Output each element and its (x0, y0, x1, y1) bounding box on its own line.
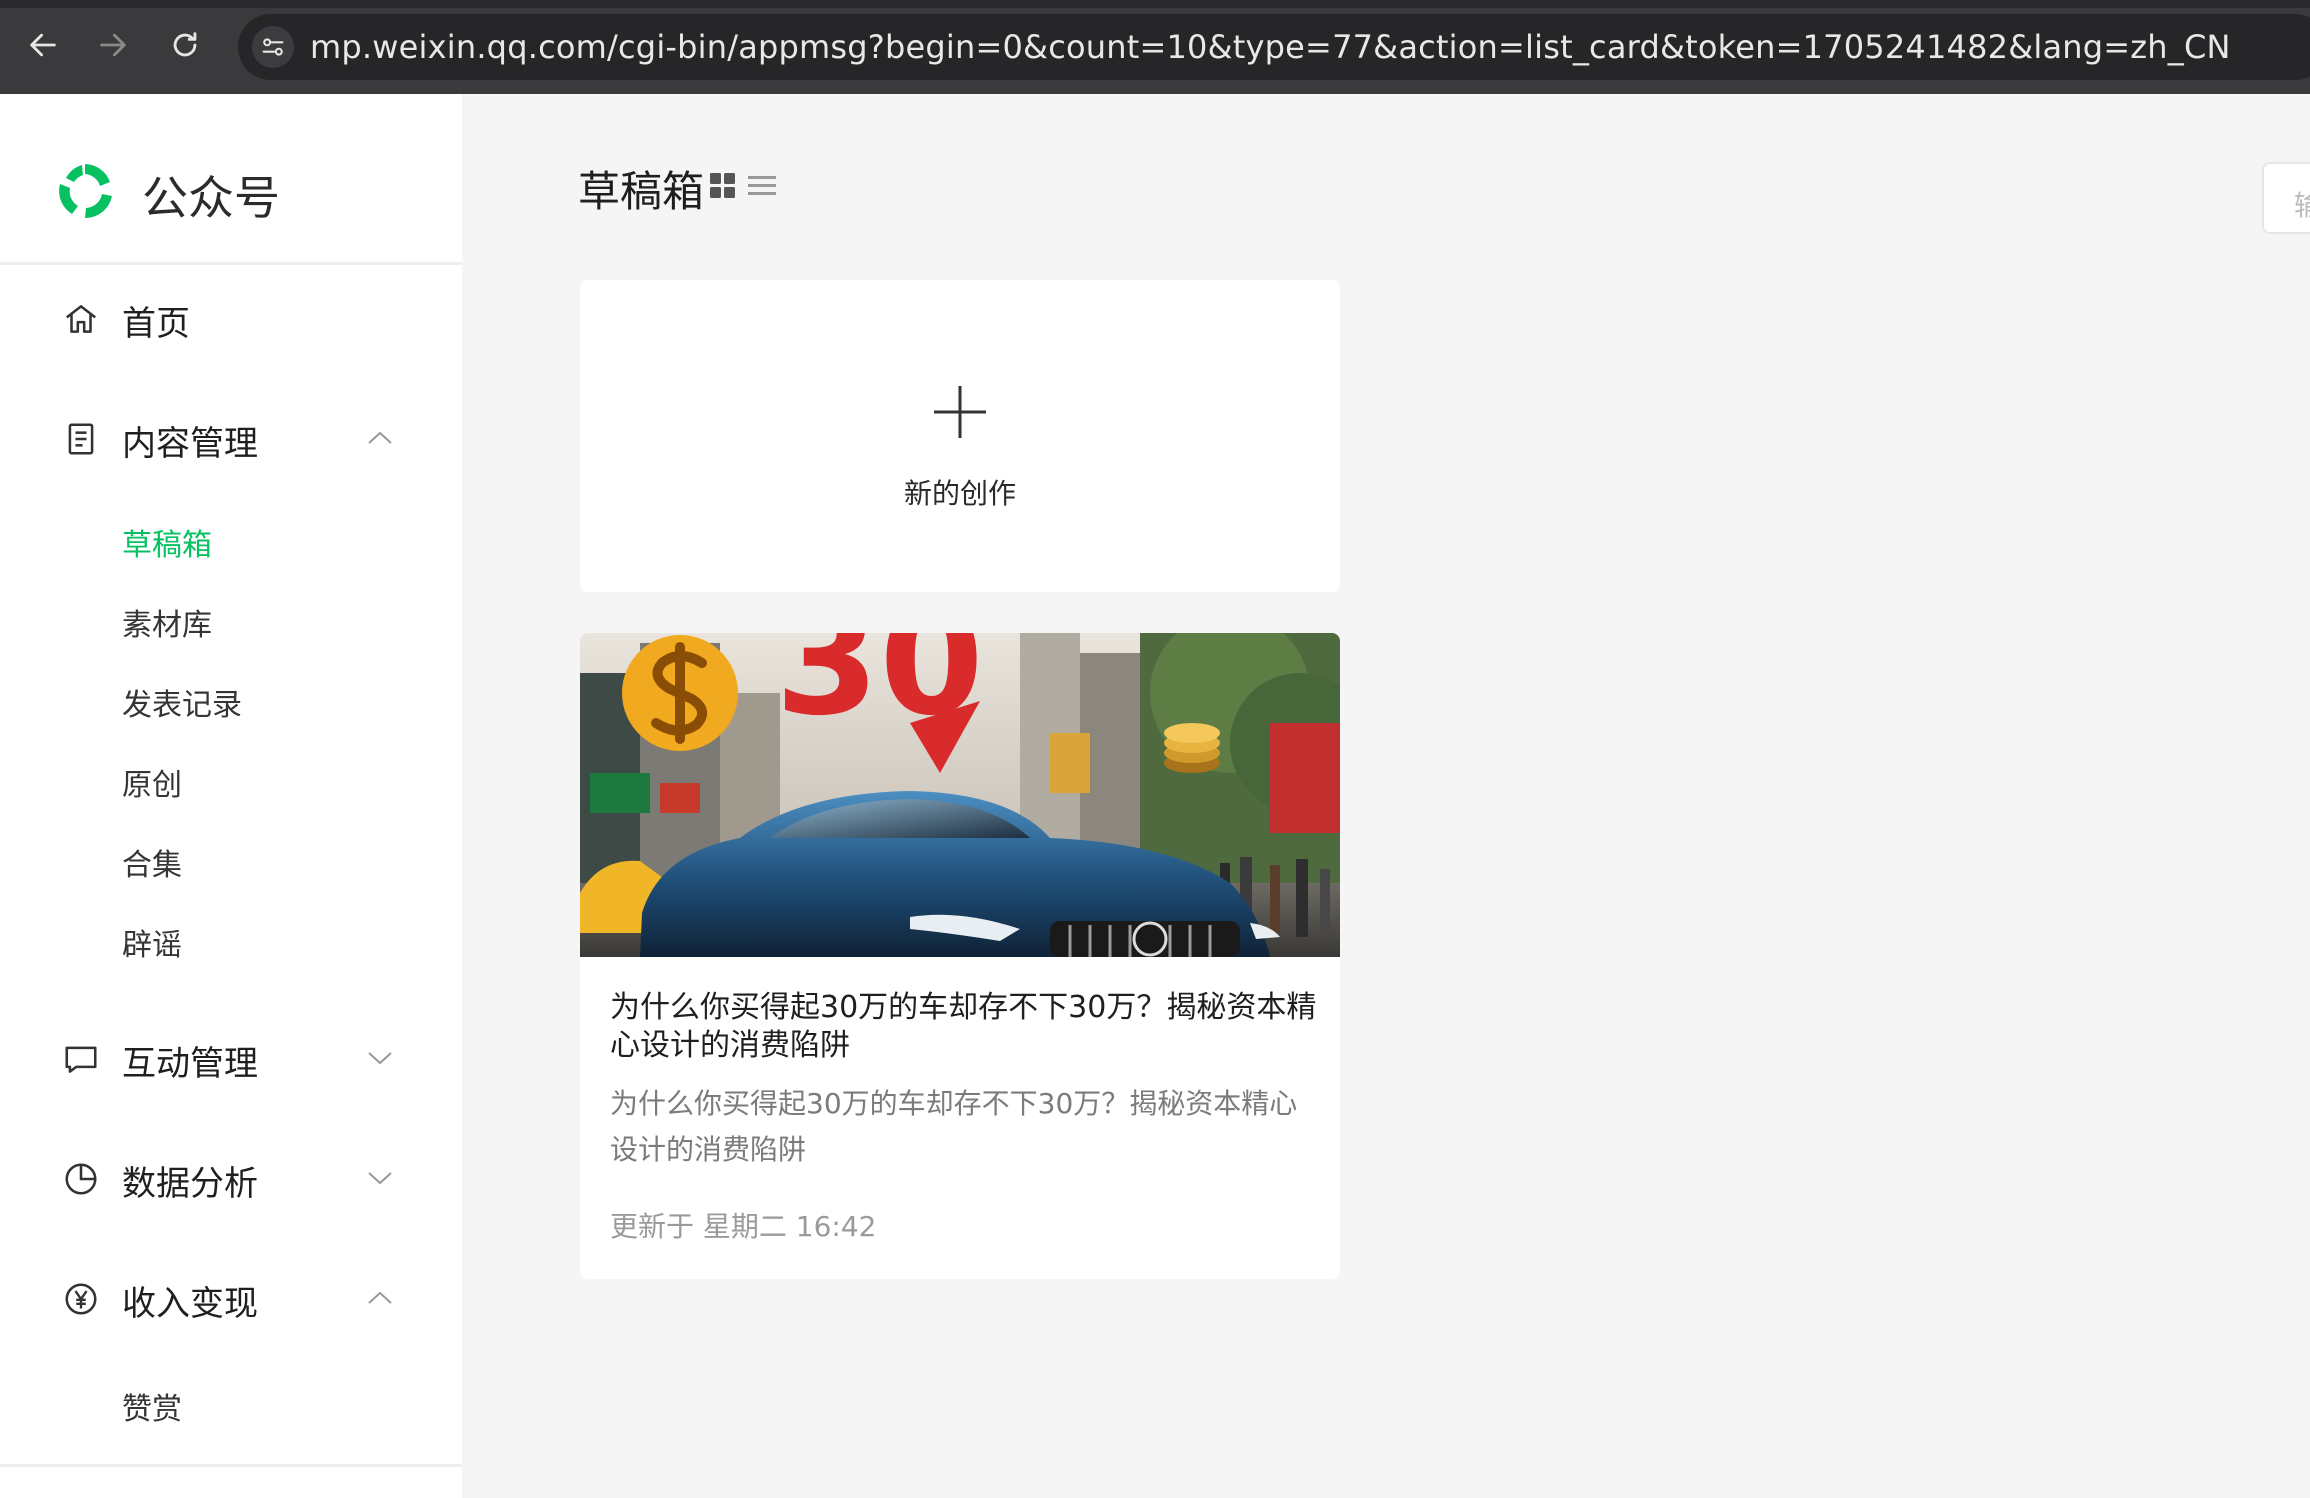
menu-analytics-label: 数据分析 (122, 1164, 258, 1204)
sidebar-item-appreciation[interactable]: 赞赏 (122, 1384, 182, 1428)
back-button[interactable] (20, 22, 66, 68)
pie-chart-icon (65, 1163, 97, 1195)
menu-monetize[interactable]: 收入变现 (0, 1268, 462, 1328)
chevron-down-icon (368, 1172, 392, 1185)
draft-title[interactable]: 为什么你买得起30万的车却存不下30万？揭秘资本精心设计的消费陷阱 (610, 989, 1320, 1065)
right-panel-text: 输 (2294, 189, 2310, 222)
forward-button[interactable] (90, 22, 136, 68)
comment-icon (65, 1046, 97, 1073)
menu-interaction-label: 互动管理 (122, 1044, 258, 1084)
forward-arrow-icon (100, 33, 126, 57)
menu-home[interactable]: 首页 (0, 288, 462, 348)
chevron-down-icon (368, 1052, 392, 1065)
yuan-coin-icon (65, 1283, 97, 1315)
sidebar-item-collections[interactable]: 合集 (122, 840, 182, 884)
menu-home-label: 首页 (122, 304, 190, 344)
draft-cover-image: 30 (580, 633, 1340, 957)
browser-toolbar: mp.weixin.qq.com/cgi-bin/appmsg?begin=0&… (0, 0, 2310, 94)
brand-name[interactable]: 公众号 (142, 162, 280, 228)
draft-description: 为什么你买得起30万的车却存不下30万？揭秘资本精心设计的消费陷阱 (610, 1087, 1298, 1166)
sidebar-item-materials[interactable]: 素材库 (122, 600, 212, 644)
site-info-button[interactable] (252, 26, 294, 68)
address-bar[interactable]: mp.weixin.qq.com/cgi-bin/appmsg?begin=0&… (238, 14, 2310, 80)
sidebar: 公众号 首页 内容管理 草稿箱 素材库 发表记录 原创 合集 辟谣 互动管理 数… (0, 94, 462, 1498)
chevron-up-icon (368, 1291, 392, 1304)
reload-icon (173, 32, 197, 57)
home-icon (65, 305, 97, 333)
divider (0, 262, 462, 265)
page-title: 草稿箱 (578, 167, 705, 216)
menu-content-management[interactable]: 内容管理 (0, 408, 462, 468)
sidebar-item-drafts[interactable]: 草稿箱 (122, 520, 212, 564)
sidebar-item-original[interactable]: 原创 (122, 760, 182, 804)
back-arrow-icon (30, 33, 56, 57)
new-creation-label: 新的创作 (903, 477, 1016, 510)
menu-content-management-label: 内容管理 (122, 424, 258, 464)
divider (0, 1464, 462, 1467)
plus-icon (934, 386, 986, 438)
draft-updated-time: 更新于 星期二 16:42 (610, 1210, 877, 1243)
right-panel-button[interactable]: 输 (2262, 162, 2310, 234)
list-view-icon[interactable] (748, 173, 776, 199)
grid-view-icon[interactable] (710, 173, 736, 199)
draft-card[interactable]: 30 为什么你买得起30万的车却存不下30万？揭秘资本精心设计的消费陷阱 为什么… (580, 633, 1340, 1279)
tab-strip (0, 0, 2310, 8)
new-creation-card[interactable]: 新的创作 (580, 280, 1340, 592)
sidebar-item-publish-history[interactable]: 发表记录 (122, 680, 242, 724)
reload-button[interactable] (162, 22, 208, 68)
menu-monetize-label: 收入变现 (122, 1284, 258, 1324)
url-text[interactable]: mp.weixin.qq.com/cgi-bin/appmsg?begin=0&… (310, 28, 2231, 66)
site-info-icon (262, 38, 284, 56)
chevron-up-icon (368, 431, 392, 444)
document-icon (68, 423, 94, 455)
menu-analytics[interactable]: 数据分析 (0, 1148, 462, 1208)
sidebar-item-rumor-refute[interactable]: 辟谣 (122, 920, 182, 964)
wechat-official-logo-icon (59, 164, 112, 219)
menu-interaction[interactable]: 互动管理 (0, 1028, 462, 1088)
